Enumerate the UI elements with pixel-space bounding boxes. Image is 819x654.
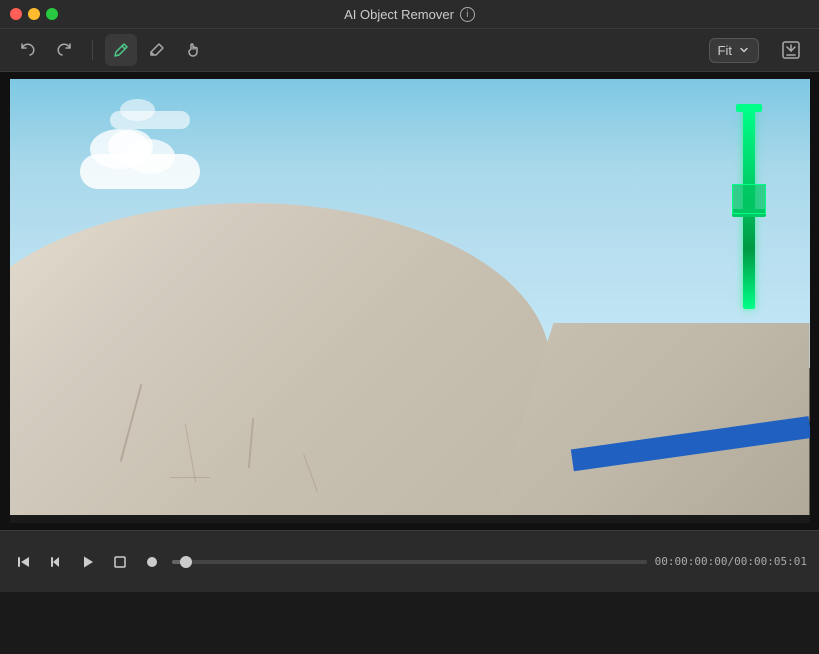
separator-1 — [92, 40, 93, 60]
player-controls: 00:00:00:00/00:00:05:01 — [12, 550, 807, 574]
maximize-button[interactable] — [46, 8, 58, 20]
close-button[interactable] — [10, 8, 22, 20]
undo-icon — [19, 41, 37, 59]
canvas-area[interactable] — [0, 72, 819, 530]
eraser-icon — [148, 41, 166, 59]
brush-button[interactable] — [105, 34, 137, 66]
export-button[interactable] — [775, 34, 807, 66]
app-title: AI Object Remover i — [344, 7, 475, 22]
crack-5 — [170, 477, 210, 478]
minimize-button[interactable] — [28, 8, 40, 20]
play-icon — [80, 554, 96, 570]
step-back-icon — [48, 554, 64, 570]
record-button[interactable] — [140, 550, 164, 574]
hand-icon — [184, 41, 202, 59]
chevron-down-icon — [738, 44, 750, 56]
window-controls — [10, 8, 58, 20]
video-frame — [10, 79, 810, 523]
progress-track[interactable] — [172, 560, 647, 564]
cloud-group-2 — [110, 99, 190, 129]
eraser-button[interactable] — [141, 34, 173, 66]
progress-thumb[interactable] — [180, 556, 192, 568]
stop-icon — [112, 554, 128, 570]
bottom-edge — [10, 515, 810, 523]
skip-back-icon — [16, 554, 32, 570]
redo-button[interactable] — [48, 34, 80, 66]
brush-icon — [112, 41, 130, 59]
skip-back-button[interactable] — [12, 550, 36, 574]
fit-label: Fit — [718, 43, 732, 58]
info-icon[interactable]: i — [460, 7, 475, 22]
title-bar: AI Object Remover i — [0, 0, 819, 28]
player-bar: 00:00:00:00/00:00:05:01 — [0, 530, 819, 592]
toolbar: Fit — [0, 28, 819, 72]
redo-icon — [55, 41, 73, 59]
hand-button[interactable] — [177, 34, 209, 66]
cloud-group-1 — [70, 129, 210, 189]
export-icon — [780, 39, 802, 61]
play-button[interactable] — [76, 550, 100, 574]
stop-button[interactable] — [108, 550, 132, 574]
undo-button[interactable] — [12, 34, 44, 66]
title-label: AI Object Remover — [344, 7, 454, 22]
green-box — [732, 184, 766, 214]
fit-dropdown[interactable]: Fit — [709, 38, 759, 63]
record-icon — [144, 554, 160, 570]
green-arm-top — [736, 104, 762, 112]
step-back-button[interactable] — [44, 550, 68, 574]
time-display: 00:00:00:00/00:00:05:01 — [655, 555, 807, 568]
